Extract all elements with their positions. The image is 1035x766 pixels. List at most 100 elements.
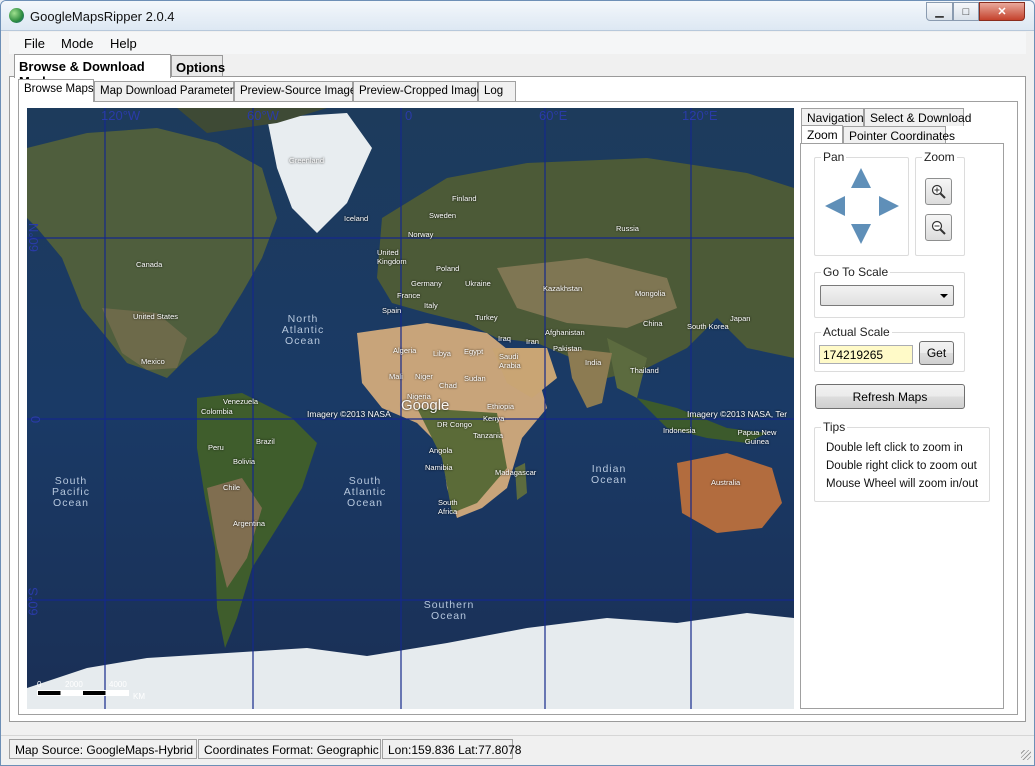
grid-label-60n: 60°N — [27, 222, 42, 253]
place-label: Greenland — [289, 156, 325, 165]
title-bar[interactable]: GoogleMapsRipper 2.0.4 ▁ □ ✕ — [1, 1, 1034, 31]
place-label: Namibia — [425, 463, 453, 472]
tip-text: Mouse Wheel will zoom in/out — [826, 478, 979, 490]
close-button[interactable]: ✕ — [979, 2, 1025, 21]
refresh-maps-button[interactable]: Refresh Maps — [815, 384, 965, 409]
place-label: Australia — [711, 478, 741, 487]
ocean-label: South Pacific Ocean — [52, 475, 90, 509]
status-bar: Map Source: GoogleMaps-Hybrid Coordinate… — [1, 735, 1034, 765]
place-label: Madagascar — [495, 468, 537, 477]
actual-scale-input[interactable] — [819, 345, 913, 364]
grid-label-60s: 60°S — [27, 587, 41, 616]
scale-tick-label: 2000 — [65, 680, 83, 689]
zoom-in-button[interactable] — [925, 178, 952, 205]
close-icon: ✕ — [997, 6, 1007, 18]
actual-scale-title: Actual Scale — [821, 325, 892, 339]
pan-left-arrow-icon[interactable] — [825, 196, 845, 216]
place-label: Japan — [730, 314, 751, 323]
place-label: Colombia — [201, 407, 233, 416]
grid-label-0-lat: 0 — [28, 415, 44, 424]
tip-text: Double left click to zoom in — [826, 442, 963, 454]
menu-file[interactable]: File — [24, 36, 45, 51]
resize-grip[interactable] — [1021, 750, 1031, 760]
place-label: DR Congo — [437, 420, 473, 429]
map-view[interactable]: 120°W 60°W 0 60°E 120°E 60°N 0 60°S Gree… — [27, 108, 794, 709]
place-label: Niger — [415, 372, 433, 381]
window-title: GoogleMapsRipper 2.0.4 — [30, 9, 175, 24]
place-label: Italy — [424, 301, 438, 310]
place-label: Libya — [433, 349, 451, 358]
tab-pointer-coordinates[interactable]: Pointer Coordinates — [843, 126, 955, 144]
place-label: United Kingdom — [377, 248, 407, 266]
place-label: Brazil — [256, 437, 275, 446]
ocean-label: North Atlantic Ocean — [281, 313, 325, 347]
status-pointer-coordinates: Lon:159.836 Lat:77.8078 — [382, 739, 521, 759]
place-label: Canada — [136, 260, 163, 269]
tab-navigation[interactable]: Navigation — [801, 108, 864, 126]
place-label: Afghanistan — [545, 328, 585, 337]
place-label: Germany — [411, 279, 442, 288]
tab-zoom[interactable]: Zoom — [801, 125, 843, 143]
minimize-button[interactable]: ▁ — [926, 2, 953, 21]
scale-bar-graphic — [37, 690, 129, 696]
maximize-icon: □ — [962, 5, 970, 18]
place-label: Thailand — [630, 366, 659, 375]
get-scale-button[interactable]: Get — [919, 341, 954, 365]
place-label: United States — [133, 312, 179, 321]
minimize-icon: ▁ — [935, 6, 944, 18]
place-label: Tanzania — [473, 431, 504, 440]
pan-up-arrow-icon[interactable] — [851, 168, 871, 188]
google-watermark: Google — [401, 397, 450, 414]
main-tabs: Browse & Download Mode Options — [9, 54, 1026, 89]
tab-preview-source-image[interactable]: Preview-Source Image — [234, 81, 356, 101]
place-label: Sudan — [464, 374, 486, 383]
scale-tick-label: 4000 — [109, 680, 127, 689]
place-label: Pakistan — [553, 344, 582, 353]
imagery-credit: Imagery ©2013 NASA, Ter — [687, 409, 788, 419]
tab-browse-download-mode[interactable]: Browse & Download Mode — [14, 54, 171, 89]
menu-help[interactable]: Help — [110, 36, 137, 51]
place-label: Mongolia — [635, 289, 666, 298]
grid-label-60w: 60°W — [247, 108, 279, 123]
place-label: Argentina — [233, 519, 266, 528]
zoom-out-button[interactable] — [925, 214, 952, 241]
tab-options[interactable]: Options — [171, 55, 225, 77]
ocean-label: Indian Ocean — [591, 463, 627, 486]
place-label: Saudi Arabia — [499, 352, 521, 370]
place-label: Kenya — [483, 414, 505, 423]
place-label: China — [643, 319, 663, 328]
go-to-scale-dropdown[interactable] — [820, 285, 954, 306]
grid-label-120w: 120°W — [101, 108, 141, 123]
place-label: Bolivia — [233, 457, 256, 466]
scale-unit: KM — [133, 692, 145, 701]
tips-title: Tips — [821, 420, 848, 434]
place-label: Chad — [439, 381, 457, 390]
go-to-scale-title: Go To Scale — [821, 265, 891, 279]
place-label: Algeria — [393, 346, 417, 355]
grid-label-0-lon: 0 — [405, 108, 413, 123]
app-window: GoogleMapsRipper 2.0.4 ▁ □ ✕ File Mode H… — [0, 0, 1035, 766]
menu-bar: File Mode Help — [9, 32, 1026, 54]
place-label: Egypt — [464, 347, 484, 356]
menu-mode[interactable]: Mode — [61, 36, 94, 51]
tab-select-download[interactable]: Select & Download — [864, 108, 971, 126]
place-label: Turkey — [475, 313, 498, 322]
tab-preview-cropped-image[interactable]: Preview-Cropped Image — [353, 81, 483, 101]
place-label: Iceland — [344, 214, 369, 223]
zoom-group: Zoom — [915, 150, 965, 256]
grid-label-120e: 120°E — [682, 108, 718, 123]
place-label: Indonesia — [663, 426, 696, 435]
tab-browse-maps[interactable]: Browse Maps — [18, 79, 94, 102]
pan-right-arrow-icon[interactable] — [879, 196, 899, 216]
zoom-in-icon — [931, 184, 946, 199]
place-label: Finland — [452, 194, 477, 203]
imagery-credit: Imagery ©2013 NASA — [307, 409, 391, 419]
place-label: Iraq — [498, 334, 511, 343]
place-label: Mali — [389, 372, 403, 381]
tab-map-download-parameters[interactable]: Map Download Parameters — [94, 81, 239, 101]
place-label: Poland — [436, 264, 460, 273]
tab-log[interactable]: Log — [478, 81, 516, 101]
maximize-button[interactable]: □ — [953, 2, 979, 21]
pan-down-arrow-icon[interactable] — [851, 224, 871, 244]
place-label: India — [585, 358, 602, 367]
